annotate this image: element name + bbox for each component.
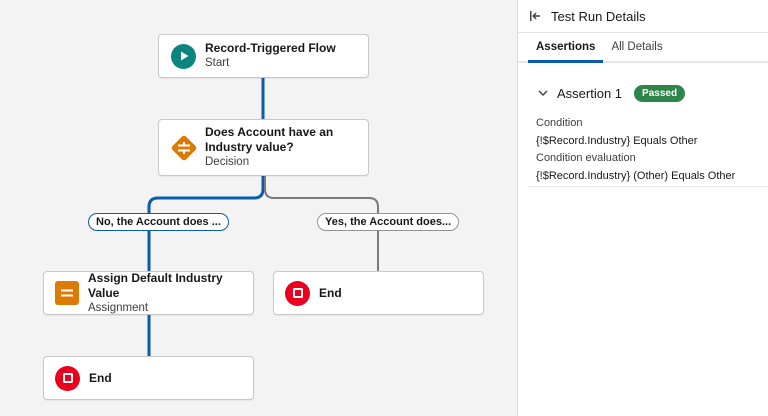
start-node-title: Record-Triggered Flow <box>205 41 336 55</box>
panel-title: Test Run Details <box>551 8 646 24</box>
assignment-node-subtitle: Assignment <box>88 301 149 314</box>
play-icon <box>171 43 196 69</box>
assertion-name: Assertion 1 <box>557 85 623 101</box>
stop-icon <box>285 280 310 306</box>
assignment-icon <box>55 281 79 305</box>
divider <box>528 186 768 187</box>
branch-label-no[interactable]: No, the Account does ... <box>88 213 229 231</box>
end-node-right-title: End <box>319 285 342 300</box>
end-node-right[interactable]: End <box>273 271 484 315</box>
decision-node-subtitle: Decision <box>205 156 250 168</box>
condition-value: {!$Record.Industry} Equals Other <box>536 134 698 147</box>
branch-label-yes[interactable]: Yes, the Account does... <box>317 213 460 231</box>
flow-canvas[interactable]: Record-Triggered Flow Start Does Account… <box>0 0 517 416</box>
panel-header: Test Run Details <box>518 0 768 33</box>
evaluation-label: Condition evaluation <box>536 152 636 164</box>
collapse-panel-icon[interactable] <box>528 9 542 23</box>
status-badge: Passed <box>634 84 686 102</box>
decision-icon <box>169 133 199 163</box>
panel-tabs: Assertions All Details <box>518 33 768 63</box>
assertion-details: Condition {!$Record.Industry} Equals Oth… <box>518 105 768 185</box>
end-node-left-title: End <box>89 370 112 385</box>
decision-node[interactable]: Does Account have an Industry value? Dec… <box>158 119 369 176</box>
decision-node-title: Does Account have an Industry value? <box>205 125 334 154</box>
assignment-node[interactable]: Assign Default Industry Value Assignment <box>43 271 254 315</box>
assertion-header[interactable]: Assertion 1 Passed <box>518 63 768 105</box>
condition-label: Condition <box>536 117 583 129</box>
tab-assertions[interactable]: Assertions <box>528 33 604 63</box>
chevron-down-icon[interactable] <box>537 87 549 99</box>
tab-all-details[interactable]: All Details <box>603 33 670 63</box>
start-node-subtitle: Start <box>205 57 230 69</box>
assignment-node-title: Assign Default Industry Value <box>88 270 223 300</box>
end-node-left[interactable]: End <box>43 356 254 400</box>
test-run-details-panel: Test Run Details Assertions All Details … <box>517 0 768 416</box>
start-node[interactable]: Record-Triggered Flow Start <box>158 34 369 78</box>
evaluation-value: {!$Record.Industry} (Other) Equals Other <box>536 169 736 182</box>
stop-icon <box>55 365 80 391</box>
